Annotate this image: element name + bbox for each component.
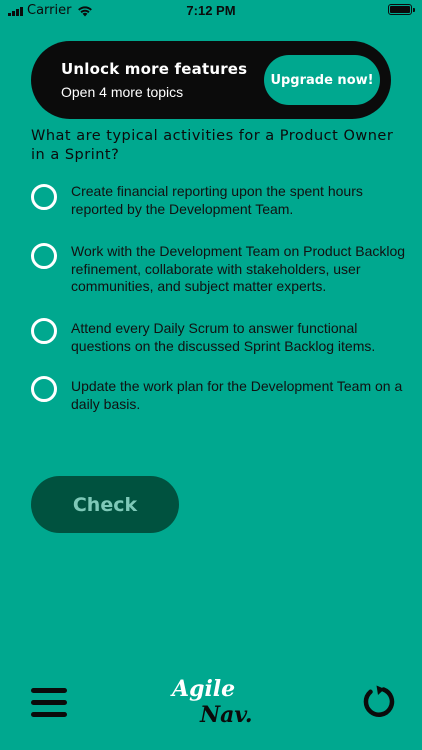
radio-button[interactable] bbox=[31, 184, 57, 210]
answer-text: Attend every Daily Scrum to answer funct… bbox=[71, 320, 376, 354]
answer-text: Work with the Development Team on Produc… bbox=[71, 243, 406, 294]
answer-text: Create financial reporting upon the spen… bbox=[71, 183, 363, 217]
question-text: What are typical activities for a Produc… bbox=[31, 128, 394, 163]
battery-icon bbox=[388, 4, 415, 15]
logo-line2: Nav. bbox=[200, 702, 253, 728]
check-button[interactable]: Check bbox=[31, 476, 179, 533]
promo-banner: Unlock more features Open 4 more topics … bbox=[31, 41, 391, 119]
answer-text: Update the work plan for the Development… bbox=[71, 378, 403, 412]
app-logo: Agile Nav. bbox=[150, 676, 270, 736]
promo-title: Unlock more features bbox=[61, 60, 248, 78]
upgrade-button[interactable]: Upgrade now! bbox=[264, 55, 380, 105]
refresh-icon[interactable] bbox=[361, 684, 397, 720]
radio-button[interactable] bbox=[31, 243, 57, 269]
status-bar: Carrier 7:12 PM bbox=[0, 0, 422, 22]
promo-subtitle: Open 4 more topics bbox=[61, 84, 184, 100]
hamburger-menu-icon[interactable] bbox=[31, 688, 67, 718]
logo-line1: Agile bbox=[172, 676, 236, 702]
status-time: 7:12 PM bbox=[186, 3, 236, 18]
radio-button[interactable] bbox=[31, 376, 57, 402]
radio-button[interactable] bbox=[31, 318, 57, 344]
